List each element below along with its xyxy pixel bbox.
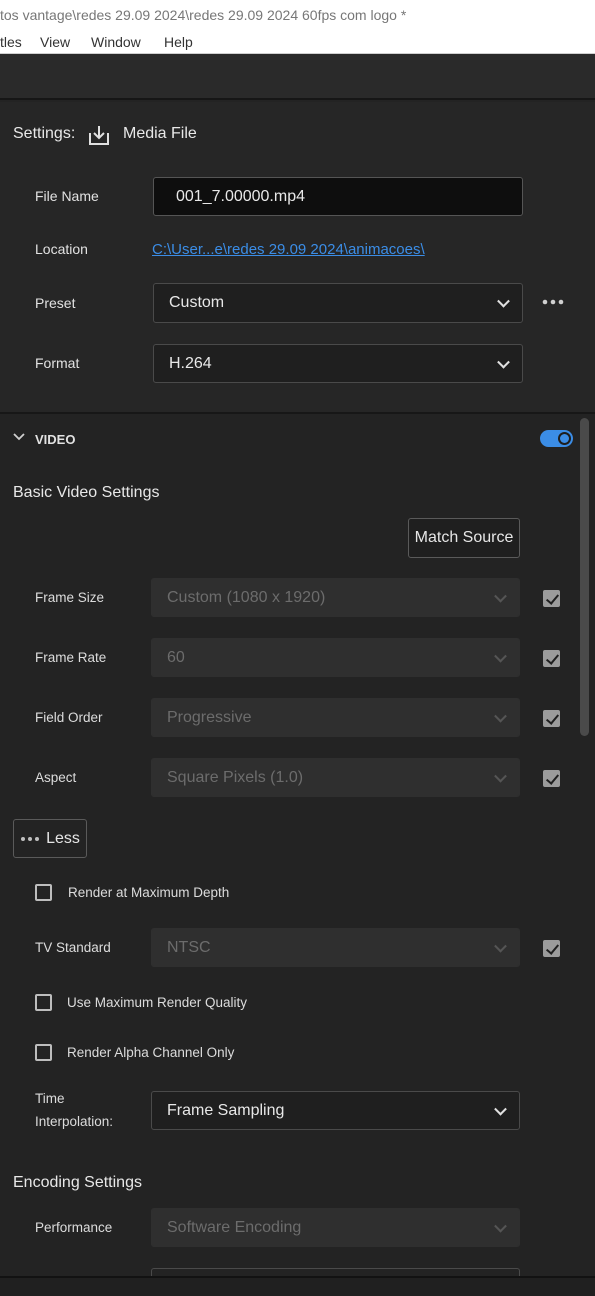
chevron-down-icon	[497, 355, 510, 369]
less-button[interactable]: Less	[13, 819, 87, 858]
match-source-button[interactable]: Match Source	[408, 518, 520, 558]
performance-label: Performance	[35, 1220, 113, 1235]
ellipsis-icon[interactable]	[541, 294, 565, 310]
location-link[interactable]: C:\User...e\redes 29.09 2024\animacoes\	[152, 241, 425, 258]
time-interpolation-value: Frame Sampling	[167, 1101, 285, 1119]
chevron-down-icon	[494, 1219, 507, 1233]
render-max-depth-checkbox[interactable]	[35, 884, 52, 901]
settings-label: Settings:	[13, 125, 76, 142]
frame-size-label: Frame Size	[35, 590, 105, 605]
time-interpolation-label-line2: Interpolation:	[35, 1114, 114, 1129]
basic-video-settings-heading: Basic Video Settings	[13, 484, 160, 501]
menu-item-view[interactable]: View	[40, 31, 70, 53]
aspect-label: Aspect	[35, 770, 77, 785]
file-name-input[interactable]: 001_7.00000.mp4	[153, 177, 523, 216]
menu-bar: tles View Window Help	[0, 30, 595, 54]
render-max-depth-label: Render at Maximum Depth	[68, 885, 230, 900]
bottom-bar	[0, 1276, 595, 1296]
format-label: Format	[35, 355, 80, 371]
tv-standard-match-checkbox[interactable]	[543, 940, 560, 957]
field-order-value: Progressive	[167, 708, 252, 726]
field-order-match-checkbox[interactable]	[543, 710, 560, 727]
render-alpha-label: Render Alpha Channel Only	[67, 1045, 235, 1060]
window-title: tos vantage\redes 29.09 2024\redes 29.09…	[0, 7, 407, 23]
preset-label: Preset	[35, 295, 76, 311]
tv-standard-dropdown[interactable]: NTSC	[151, 928, 520, 967]
chevron-down-icon[interactable]	[12, 430, 26, 442]
frame-rate-label: Frame Rate	[35, 650, 107, 665]
chevron-down-icon	[494, 939, 507, 953]
performance-dropdown[interactable]: Software Encoding	[151, 1208, 520, 1247]
max-render-quality-label: Use Maximum Render Quality	[67, 995, 248, 1010]
tv-standard-value: NTSC	[167, 938, 211, 956]
max-render-quality-checkbox[interactable]	[35, 994, 52, 1011]
aspect-match-checkbox[interactable]	[543, 770, 560, 787]
panel-toolstrip	[0, 54, 595, 100]
tv-standard-label: TV Standard	[35, 940, 111, 955]
window-title-bar: tos vantage\redes 29.09 2024\redes 29.09…	[0, 0, 595, 30]
video-toggle-switch[interactable]	[540, 430, 573, 447]
frame-rate-match-checkbox[interactable]	[543, 650, 560, 667]
file-name-value: 001_7.00000.mp4	[176, 187, 305, 205]
frame-size-match-checkbox[interactable]	[543, 590, 560, 607]
time-interpolation-dropdown[interactable]: Frame Sampling	[151, 1091, 520, 1130]
frame-rate-dropdown[interactable]: 60	[151, 638, 520, 677]
field-order-label: Field Order	[35, 710, 103, 725]
frame-size-value: Custom (1080 x 1920)	[167, 588, 326, 606]
chevron-down-icon	[494, 769, 507, 783]
render-alpha-checkbox[interactable]	[35, 1044, 52, 1061]
less-label: Less	[46, 829, 80, 847]
encoding-settings-heading: Encoding Settings	[13, 1174, 142, 1191]
performance-value: Software Encoding	[167, 1218, 302, 1236]
field-order-dropdown[interactable]: Progressive	[151, 698, 520, 737]
ellipsis-icon	[21, 836, 40, 841]
chevron-down-icon	[494, 589, 507, 603]
frame-rate-value: 60	[167, 648, 185, 666]
media-file-label[interactable]: Media File	[123, 125, 197, 143]
preset-dropdown[interactable]: Custom	[153, 283, 523, 323]
aspect-dropdown[interactable]: Square Pixels (1.0)	[151, 758, 520, 797]
video-section-title[interactable]: VIDEO	[35, 432, 75, 447]
format-value: H.264	[169, 354, 212, 372]
chevron-down-icon	[494, 649, 507, 663]
menu-item-help[interactable]: Help	[164, 31, 193, 53]
match-source-label: Match Source	[414, 529, 514, 546]
time-interpolation-label-line1: Time	[35, 1091, 65, 1106]
chevron-down-icon	[497, 294, 510, 308]
chevron-down-icon	[494, 709, 507, 723]
format-dropdown[interactable]: H.264	[153, 344, 523, 383]
menu-item-window[interactable]: Window	[91, 31, 141, 53]
panel-scrollbar[interactable]	[580, 418, 589, 736]
aspect-value: Square Pixels (1.0)	[167, 768, 304, 786]
preset-value: Custom	[169, 294, 225, 311]
chevron-down-icon	[494, 1102, 507, 1116]
download-tray-icon[interactable]	[88, 124, 110, 146]
menu-item-titles[interactable]: tles	[0, 31, 22, 53]
frame-size-dropdown[interactable]: Custom (1080 x 1920)	[151, 578, 520, 617]
file-name-label: File Name	[35, 188, 99, 204]
next-dropdown-partial[interactable]	[151, 1268, 520, 1276]
location-label: Location	[35, 241, 88, 257]
